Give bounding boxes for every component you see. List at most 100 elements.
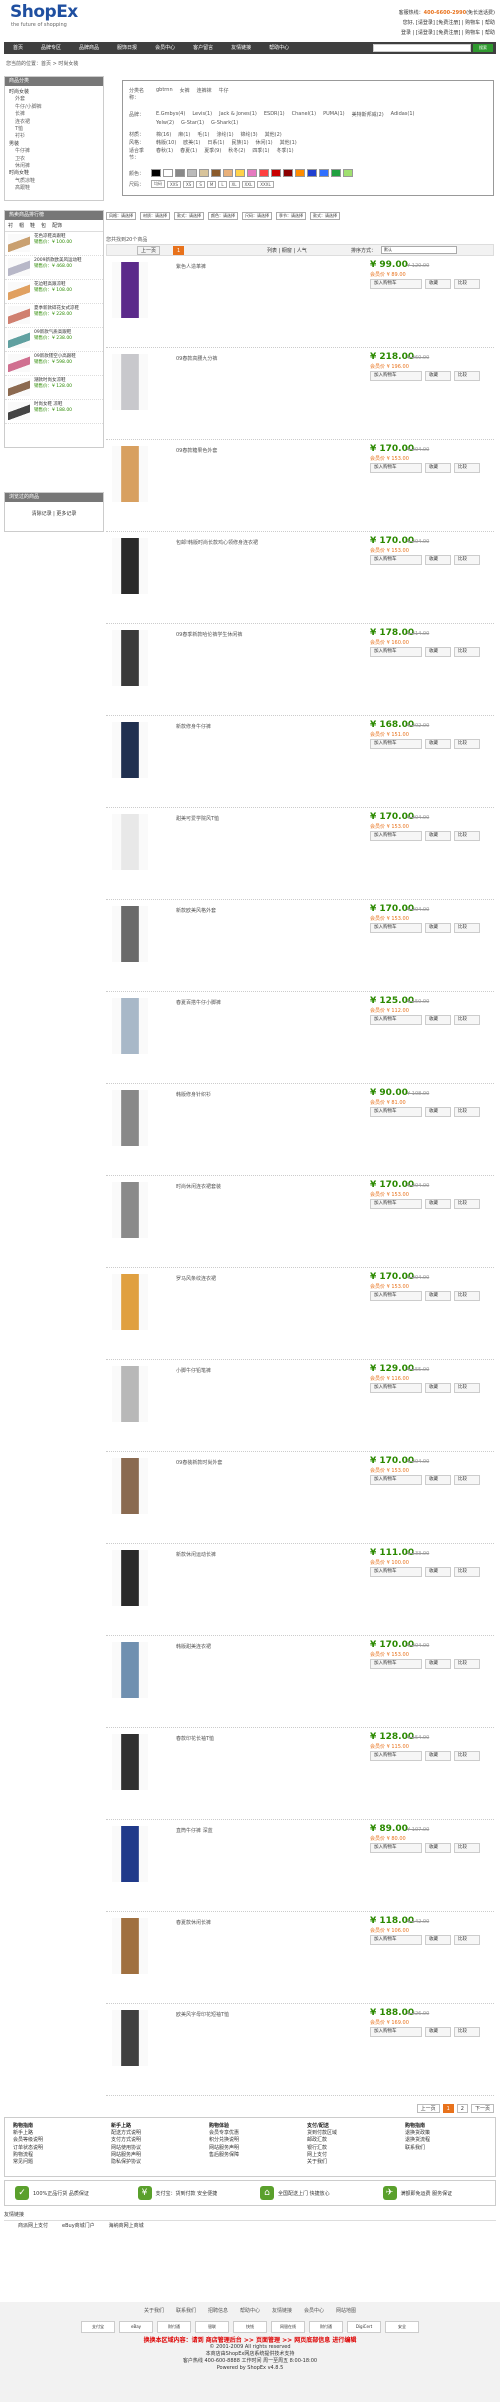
size-option[interactable]: 均码 [151,180,165,188]
help-link[interactable]: 售后服务保障 [209,2152,291,2159]
help-link[interactable]: 网站服务声明 [209,2145,291,2152]
product-name[interactable]: 小脚牛仔铅笔裤 [176,1367,366,1374]
product-image[interactable] [112,1182,148,1238]
product-name[interactable]: 春夏款休闲长裤 [176,1919,366,1926]
add-to-cart-button[interactable]: 加入购物车 [370,1567,422,1577]
product-name[interactable]: 09春款糖果色外套 [176,447,366,454]
hot-item[interactable]: 09新款气质高跟鞋 销售价：¥ 238.00 [5,328,103,352]
subcategory-item[interactable]: 高跟鞋 [9,185,99,192]
search-button[interactable]: 搜索 [473,44,493,52]
product-name[interactable]: 紫色人造革裤 [176,263,366,270]
filter-style-option[interactable]: 休闲(1) [256,139,273,146]
compare-button[interactable]: 比较 [454,463,480,473]
subcategory-item[interactable]: 外套 [9,96,99,103]
product-image[interactable] [112,354,148,410]
product-name[interactable]: 新款修身牛仔裤 [176,723,366,730]
hot-item[interactable]: 2009新款欧美风运动鞋 销售价：¥ 468.00 [5,256,103,280]
footer-link[interactable]: 网站地图 [336,2308,356,2315]
footer-link[interactable]: 招聘信息 [208,2308,228,2315]
size-option[interactable]: XL [228,180,240,188]
favorite-button[interactable]: 收藏 [425,1659,451,1669]
compare-button[interactable]: 比较 [454,279,480,289]
color-swatch[interactable] [163,169,173,177]
filter-brand-option[interactable]: Levis(1) [192,111,212,118]
product-name[interactable]: 时尚休闲连衣裙套装 [176,1183,366,1190]
nav-item-home[interactable]: 首页 [4,42,32,54]
color-swatch[interactable] [199,169,209,177]
product-image[interactable] [112,814,148,870]
product-name[interactable]: 春款印花长袖T恤 [176,1735,366,1742]
help-link[interactable]: 银行汇款 [307,2145,389,2152]
color-swatch[interactable] [187,169,197,177]
favorite-button[interactable]: 收藏 [425,1475,451,1485]
product-image[interactable] [112,998,148,1054]
filter-style-option[interactable]: 其他(1) [280,139,297,146]
compare-button[interactable]: 比较 [454,1383,480,1393]
help-link[interactable]: 常见问题 [13,2159,95,2166]
favorite-button[interactable]: 收藏 [425,1199,451,1209]
color-swatch[interactable] [331,169,341,177]
compare-button[interactable]: 比较 [454,923,480,933]
color-swatch[interactable] [271,169,281,177]
compare-button[interactable]: 比较 [454,1751,480,1761]
compare-button[interactable]: 比较 [454,371,480,381]
compare-button[interactable]: 比较 [454,555,480,565]
help-link[interactable]: 联系我们 [405,2145,487,2152]
size-option[interactable]: M [206,180,217,188]
footer-link[interactable]: 帮助中心 [240,2308,260,2315]
filter-category-option[interactable]: 牛仔 [219,87,229,101]
user-links[interactable]: 您好, [请登录] [免费注册] | 购物车 | 帮助 [399,18,495,28]
add-to-cart-button[interactable]: 加入购物车 [370,1107,422,1117]
product-name[interactable]: 欧美风字母印花短袖T恤 [176,2011,366,2018]
filter-style-option[interactable]: 欧美(1) [183,139,200,146]
product-image[interactable] [112,1366,148,1422]
add-to-cart-button[interactable]: 加入购物车 [370,2027,422,2037]
color-swatch[interactable] [307,169,317,177]
size-option[interactable]: S [196,180,205,188]
footer-link[interactable]: 关于我们 [144,2308,164,2315]
compare-button[interactable]: 比较 [454,1291,480,1301]
add-to-cart-button[interactable]: 加入购物车 [370,739,422,749]
nav-item-brand-goods[interactable]: 品牌商品 [70,42,108,54]
subcategory-item[interactable]: 连衣裙 [9,119,99,126]
filter-select[interactable]: 尺码：请选择 [242,212,272,220]
filter-material-option[interactable]: 毛(1) [197,131,209,138]
filter-brand-option[interactable]: ESDR(1) [264,111,285,118]
product-name[interactable]: 韩版修身针织衫 [176,1091,366,1098]
filter-season-option[interactable]: 夏季(9) [204,147,221,161]
add-to-cart-button[interactable]: 加入购物车 [370,831,422,841]
filter-brand-option[interactable]: Jack & Jones(1) [219,111,257,118]
product-name[interactable]: 罗马风条纹连衣裙 [176,1275,366,1282]
favorite-button[interactable]: 收藏 [425,1935,451,1945]
product-name[interactable]: 春夏百搭牛仔小脚裤 [176,999,366,1006]
product-thumbnail[interactable] [8,378,30,396]
nav-item-brands[interactable]: 品牌专区 [32,42,70,54]
add-to-cart-button[interactable]: 加入购物车 [370,1659,422,1669]
product-image[interactable] [112,262,148,318]
product-thumbnail[interactable] [8,402,30,420]
compare-button[interactable]: 比较 [454,831,480,841]
category-item[interactable]: 时尚女鞋 [9,170,99,177]
color-swatch[interactable] [343,169,353,177]
footer-link[interactable]: 会员中心 [304,2308,324,2315]
product-name[interactable]: 韩版甜美连衣裙 [176,1643,366,1650]
add-to-cart-button[interactable]: 加入购物车 [370,647,422,657]
favorite-button[interactable]: 收藏 [425,831,451,841]
filter-season-option[interactable]: 春夏(1) [180,147,197,161]
product-thumbnail[interactable] [8,354,30,372]
search-input[interactable] [373,44,471,52]
filter-brand-option[interactable]: G-Star(1) [181,120,204,126]
compare-button[interactable]: 比较 [454,1015,480,1025]
compare-button[interactable]: 比较 [454,1659,480,1669]
help-link[interactable]: 邮政汇款 [307,2137,389,2144]
footer-link[interactable]: 友情链接 [272,2308,292,2315]
product-name[interactable]: 新款欧美风格外套 [176,907,366,914]
product-image[interactable] [112,2010,148,2066]
toolbar-prev[interactable]: 上一页 [137,246,161,255]
hot-tab[interactable]: 配饰 [52,222,62,229]
color-swatch[interactable] [223,169,233,177]
filter-select[interactable]: 款式：请选择 [174,212,204,220]
filter-style-option[interactable]: 民族(1) [231,139,248,146]
favorite-button[interactable]: 收藏 [425,1015,451,1025]
hot-item[interactable]: 夏季新款碎花女式凉鞋 销售价：¥ 228.00 [5,304,103,328]
